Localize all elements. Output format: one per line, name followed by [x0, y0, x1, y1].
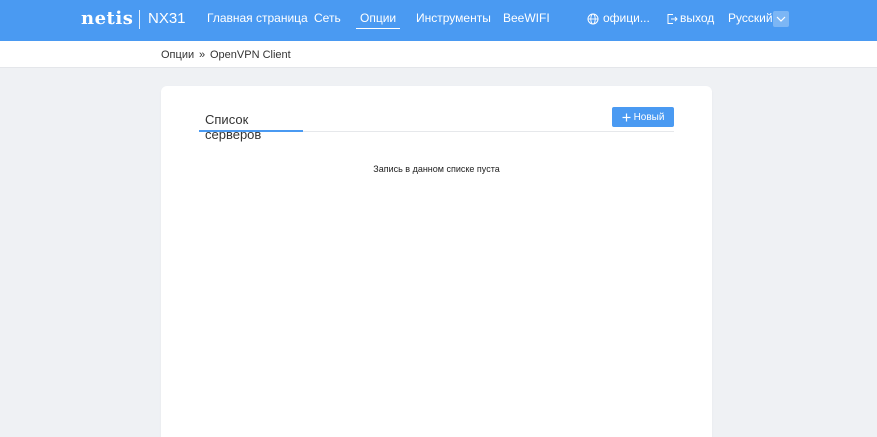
add-new-button-label: Новый [633, 111, 665, 123]
model-name: NX31 [148, 10, 186, 27]
tab-server-list[interactable]: Список серверов [199, 107, 303, 142]
official-site-link[interactable]: офици... [603, 11, 650, 25]
netis-logo[interactable]: netis [81, 8, 133, 29]
language-dropdown-button[interactable] [773, 11, 789, 27]
nav-options[interactable]: Опции [355, 11, 401, 29]
tab-bar: Список серверов [199, 107, 674, 142]
nav-network[interactable]: Сеть [314, 11, 341, 25]
breadcrumb-parent[interactable]: Опции [161, 49, 194, 61]
logo-divider [139, 10, 140, 29]
logout-icon[interactable] [666, 12, 678, 24]
breadcrumb-current: OpenVPN Client [210, 49, 291, 61]
breadcrumb-separator: » [199, 49, 206, 61]
nav-tools[interactable]: Инструменты [416, 11, 491, 25]
chevron-down-icon [776, 16, 786, 22]
nav-beewifi[interactable]: BeeWIFI [503, 11, 550, 25]
top-navigation-bar: netis NX31 Главная страница Сеть Опции И… [0, 0, 877, 41]
server-list-card: Список серверов Новый Запись в данном сп… [161, 86, 712, 437]
language-label[interactable]: Русский [728, 11, 773, 25]
breadcrumb: Опции » OpenVPN Client [0, 41, 877, 68]
nav-home[interactable]: Главная страница [207, 11, 308, 25]
empty-list-message: Запись в данном списке пуста [373, 164, 500, 174]
plus-icon [622, 113, 631, 121]
globe-icon[interactable] [587, 12, 599, 25]
add-new-button[interactable]: Новый [612, 107, 674, 127]
logout-link[interactable]: выход [680, 11, 714, 25]
